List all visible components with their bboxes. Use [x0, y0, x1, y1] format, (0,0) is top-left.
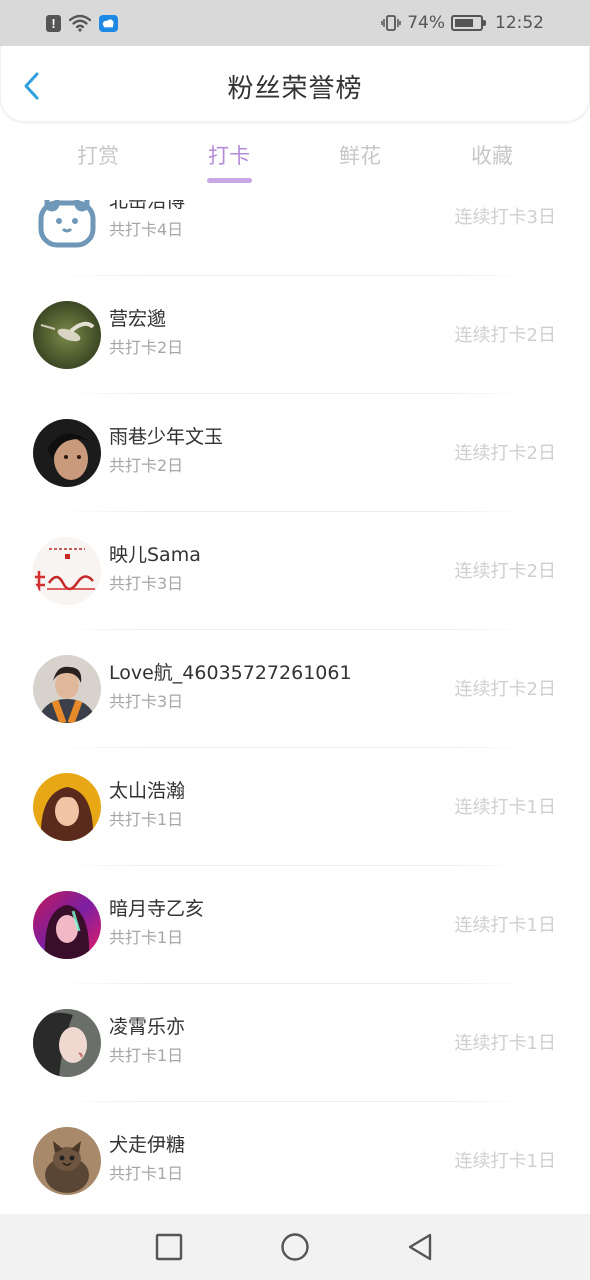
fan-name: 太山浩瀚 [109, 780, 186, 802]
fan-total-checkins: 共打卡3日 [109, 574, 184, 593]
list-item[interactable]: 凌霄乐亦 共打卡1日 连续打卡1日 [0, 984, 590, 1102]
bunny-avatar[interactable] [33, 200, 101, 251]
fan-name: 暗月寺乙亥 [109, 898, 205, 920]
list-item[interactable]: 北岳浩博 共打卡4日 连续打卡3日 [0, 200, 590, 276]
fan-streak: 连续打卡2日 [454, 679, 556, 700]
home-button[interactable] [278, 1230, 312, 1264]
fan-name: 北岳浩博 [109, 200, 186, 212]
home-icon [281, 1233, 309, 1261]
list-item[interactable]: 营宏邈 共打卡2日 连续打卡2日 [0, 276, 590, 394]
fan-total-checkins: 共打卡4日 [109, 220, 184, 239]
fan-total-checkins: 共打卡1日 [109, 928, 184, 947]
fan-name: 映儿Sama [109, 544, 201, 566]
back-icon [408, 1233, 432, 1261]
system-nav-bar [0, 1214, 590, 1280]
fan-total-checkins: 共打卡2日 [109, 456, 184, 475]
status-bar: ! 74% 12:52 [0, 0, 590, 46]
list-item[interactable]: 太山浩瀚 共打卡1日 连续打卡1日 [0, 748, 590, 866]
weather-icon [99, 14, 118, 32]
back-nav-button[interactable] [403, 1230, 437, 1264]
fan-name: 营宏邈 [109, 308, 167, 330]
tab-tip[interactable]: 打赏 [53, 140, 143, 170]
list-item[interactable]: 暗月寺乙亥 共打卡1日 连续打卡1日 [0, 866, 590, 984]
girl-profile-avatar[interactable] [33, 1009, 101, 1077]
status-left: ! [46, 14, 118, 32]
girl-yellow-avatar[interactable] [33, 773, 101, 841]
fan-total-checkins: 共打卡2日 [109, 338, 184, 357]
fan-name: 凌霄乐亦 [109, 1016, 186, 1038]
tab-bar: 打赏 打卡 鲜花 收藏 [0, 130, 590, 192]
tab-active-indicator [207, 178, 252, 183]
recent-apps-icon [155, 1233, 183, 1261]
cat-avatar[interactable] [33, 1127, 101, 1195]
list-item[interactable]: 犬走伊糖 共打卡1日 连续打卡1日 [0, 1102, 590, 1214]
recent-apps-button[interactable] [152, 1230, 186, 1264]
fan-total-checkins: 共打卡1日 [109, 1164, 184, 1183]
fan-total-checkins: 共打卡3日 [109, 692, 184, 711]
girl-pink-avatar[interactable] [33, 891, 101, 959]
fan-name: 犬走伊糖 [109, 1134, 186, 1156]
tab-flowers[interactable]: 鲜花 [315, 140, 405, 170]
fan-list[interactable]: 北岳浩博 共打卡4日 连续打卡3日 营宏邈 共打卡2日 连续打卡2日 雨巷少年文… [0, 200, 590, 1214]
battery-percent: 74% [407, 13, 445, 33]
fan-streak: 连续打卡2日 [454, 443, 556, 464]
fan-streak: 连续打卡2日 [454, 561, 556, 582]
list-item[interactable]: 雨巷少年文玉 共打卡2日 连续打卡2日 [0, 394, 590, 512]
fan-streak: 连续打卡1日 [454, 915, 556, 936]
hummingbird-avatar[interactable] [33, 301, 101, 369]
fan-total-checkins: 共打卡1日 [109, 810, 184, 829]
vibrate-icon [381, 15, 401, 31]
page-title: 粉丝荣誉榜 [227, 74, 363, 104]
tab-checkin[interactable]: 打卡 [184, 140, 274, 170]
clock: 12:52 [495, 13, 544, 33]
list-item[interactable]: Love航_46035727261061 共打卡3日 连续打卡2日 [0, 630, 590, 748]
battery-icon [451, 15, 486, 31]
calligraphy-avatar[interactable] [33, 537, 101, 605]
header: 粉丝荣誉榜 [0, 46, 590, 122]
fan-total-checkins: 共打卡1日 [109, 1046, 184, 1065]
tab-favorites[interactable]: 收藏 [447, 140, 537, 170]
alert-icon: ! [46, 14, 61, 32]
fan-streak: 连续打卡1日 [454, 797, 556, 818]
person-orange-scarf-avatar[interactable] [33, 655, 101, 723]
boy-portrait-avatar[interactable] [33, 419, 101, 487]
fan-streak: 连续打卡1日 [454, 1151, 556, 1172]
status-right: 74% 12:52 [381, 13, 544, 33]
fan-name: Love航_46035727261061 [109, 662, 352, 684]
fan-streak: 连续打卡1日 [454, 1033, 556, 1054]
wifi-icon [69, 14, 91, 32]
fan-streak: 连续打卡3日 [454, 207, 556, 228]
list-item[interactable]: 映儿Sama 共打卡3日 连续打卡2日 [0, 512, 590, 630]
fan-streak: 连续打卡2日 [454, 325, 556, 346]
fan-name: 雨巷少年文玉 [109, 426, 224, 448]
